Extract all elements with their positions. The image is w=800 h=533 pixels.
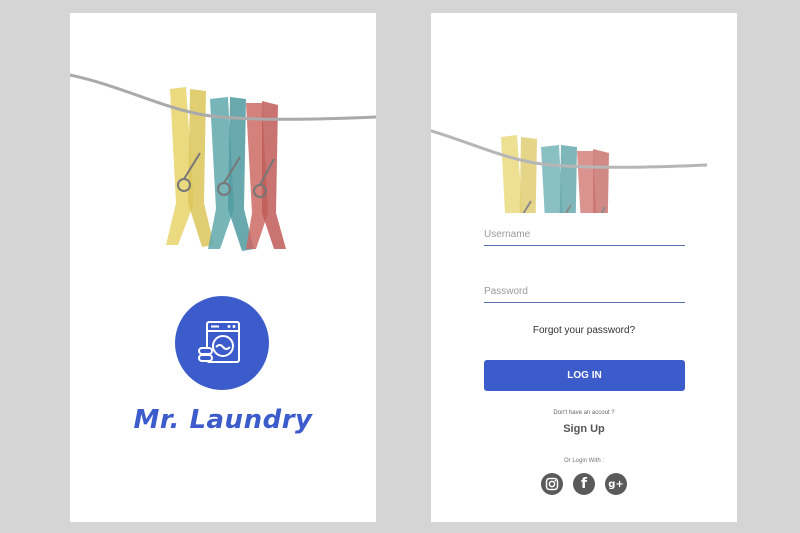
forgot-password-link[interactable]: Forgot your password? [431, 325, 737, 336]
clothespins-image [431, 121, 709, 213]
login-button[interactable]: LOG IN [484, 360, 685, 391]
instagram-icon [545, 477, 559, 491]
google-plus-icon: g+ [608, 478, 624, 490]
username-input[interactable] [484, 223, 685, 246]
no-account-text: Don't have an accout ? [553, 410, 615, 416]
signup-link[interactable]: Sign Up [431, 423, 737, 435]
app-name: Mr. Laundry [133, 405, 313, 435]
washing-machine-icon [198, 321, 240, 363]
facebook-icon: f [580, 476, 588, 492]
splash-screen: Mr. Laundry [70, 13, 376, 522]
logo-circle [175, 296, 269, 390]
facebook-button[interactable]: f [573, 473, 595, 495]
google-plus-button[interactable]: g+ [605, 473, 627, 495]
password-input[interactable] [484, 280, 685, 303]
or-login-with-text: Or Login With : [563, 458, 604, 464]
clothespins-image [70, 73, 376, 253]
login-screen: Forgot your password? LOG IN Don't have … [431, 13, 737, 522]
instagram-button[interactable] [541, 473, 563, 495]
